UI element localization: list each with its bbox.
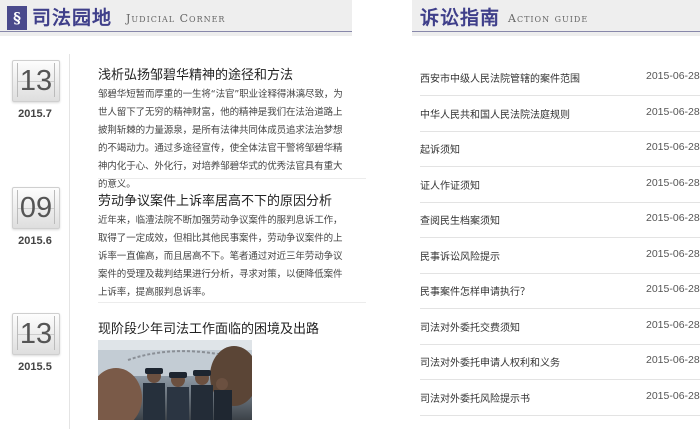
list-item-title[interactable]: 司法对外委托风险提示书 bbox=[420, 390, 530, 405]
date-day: 09 bbox=[19, 192, 53, 224]
judicial-corner-subtitle: Judicial Corner bbox=[126, 12, 226, 25]
list-item[interactable]: 西安市中级人民法院管辖的案件范围 2015-06-28 bbox=[420, 60, 700, 96]
article-photo[interactable] bbox=[98, 340, 252, 420]
article-divider bbox=[98, 302, 366, 303]
litigation-guide-subtitle: Action guide bbox=[508, 12, 589, 25]
list-item[interactable]: 查阅民生档案须知 2015-06-28 bbox=[420, 202, 700, 238]
date-day: 13 bbox=[19, 65, 53, 97]
list-item[interactable]: 证人作证须知 2015-06-28 bbox=[420, 167, 700, 203]
list-item-date: 2015-06-28 bbox=[646, 176, 700, 189]
litigation-guide-title[interactable]: 诉讼指南 bbox=[420, 6, 500, 30]
date-day: 13 bbox=[19, 318, 53, 350]
list-item-title[interactable]: 西安市中级人民法院管辖的案件范围 bbox=[420, 70, 580, 85]
list-item-date: 2015-06-28 bbox=[646, 354, 700, 366]
article-title-link[interactable]: 劳动争议案件上诉率居高不下的原因分析 bbox=[98, 190, 332, 209]
list-item-title[interactable]: 司法对外委托申请人权利和义务 bbox=[420, 354, 560, 369]
list-item[interactable]: 司法对外委托交费须知 2015-06-28 bbox=[420, 309, 700, 345]
timeline-line bbox=[69, 54, 70, 429]
date-badge: 13 bbox=[12, 313, 60, 355]
list-item-title[interactable]: 中华人民共和国人民法院法庭规则 bbox=[420, 106, 570, 121]
article-title-link[interactable]: 现阶段少年司法工作面临的困境及出路 bbox=[98, 318, 319, 337]
date-year-month: 2015.6 bbox=[18, 235, 52, 247]
list-item-date: 2015-06-28 bbox=[646, 212, 700, 224]
list-item[interactable]: 司法对外委托风险提示书 2015-06-28 bbox=[420, 380, 700, 416]
date-year-month: 2015.5 bbox=[18, 361, 52, 373]
list-item-date: 2015-06-28 bbox=[646, 283, 700, 295]
list-item-title[interactable]: 证人作证须知 bbox=[420, 177, 480, 192]
list-item-date: 2015-06-28 bbox=[646, 141, 700, 153]
list-item-date: 2015-06-28 bbox=[646, 247, 700, 260]
header-underline bbox=[412, 31, 700, 32]
list-item[interactable]: 中华人民共和国人民法院法庭规则 2015-06-28 bbox=[420, 96, 700, 132]
list-item-title[interactable]: 查阅民生档案须知 bbox=[420, 212, 500, 227]
list-item-title[interactable]: 起诉须知 bbox=[420, 141, 460, 156]
judicial-corner-header: § 司法园地 Judicial Corner bbox=[0, 0, 352, 36]
header-underline bbox=[0, 31, 352, 32]
list-item[interactable]: 民事诉讼风险提示 2015-06-28 bbox=[420, 238, 700, 274]
article-divider bbox=[98, 178, 366, 179]
date-badge: 13 bbox=[12, 60, 60, 102]
list-item[interactable]: 司法对外委托申请人权利和义务 2015-06-28 bbox=[420, 344, 700, 380]
article-title-link[interactable]: 浅析弘扬邹碧华精神的途径和方法 bbox=[98, 64, 293, 83]
section-logo-icon: § bbox=[7, 6, 27, 30]
list-item-title[interactable]: 司法对外委托交费须知 bbox=[420, 319, 520, 334]
litigation-guide-header: 诉讼指南 Action guide bbox=[412, 0, 700, 36]
date-badge: 09 bbox=[12, 187, 60, 229]
list-item[interactable]: 民事案件怎样申请执行？ 2015-06-28 bbox=[420, 273, 700, 309]
date-year-month: 2015.7 bbox=[18, 108, 52, 120]
list-item-title[interactable]: 民事诉讼风险提示 bbox=[420, 248, 500, 263]
list-item-date: 2015-06-28 bbox=[646, 105, 700, 118]
police-photo-image bbox=[98, 340, 252, 420]
list-item-date: 2015-06-28 bbox=[646, 318, 700, 331]
list-item[interactable]: 起诉须知 2015-06-28 bbox=[420, 131, 700, 167]
list-item-title[interactable]: 民事案件怎样申请执行？ bbox=[420, 283, 530, 298]
article-summary: 近年来，临澧法院不断加强劳动争议案件的服判息诉工作，取得了一定成效，但相比其他民… bbox=[98, 215, 343, 298]
list-item-date: 2015-06-28 bbox=[646, 389, 700, 402]
judicial-corner-title[interactable]: 司法园地 bbox=[32, 6, 112, 30]
list-item-date: 2015-06-28 bbox=[646, 70, 700, 82]
